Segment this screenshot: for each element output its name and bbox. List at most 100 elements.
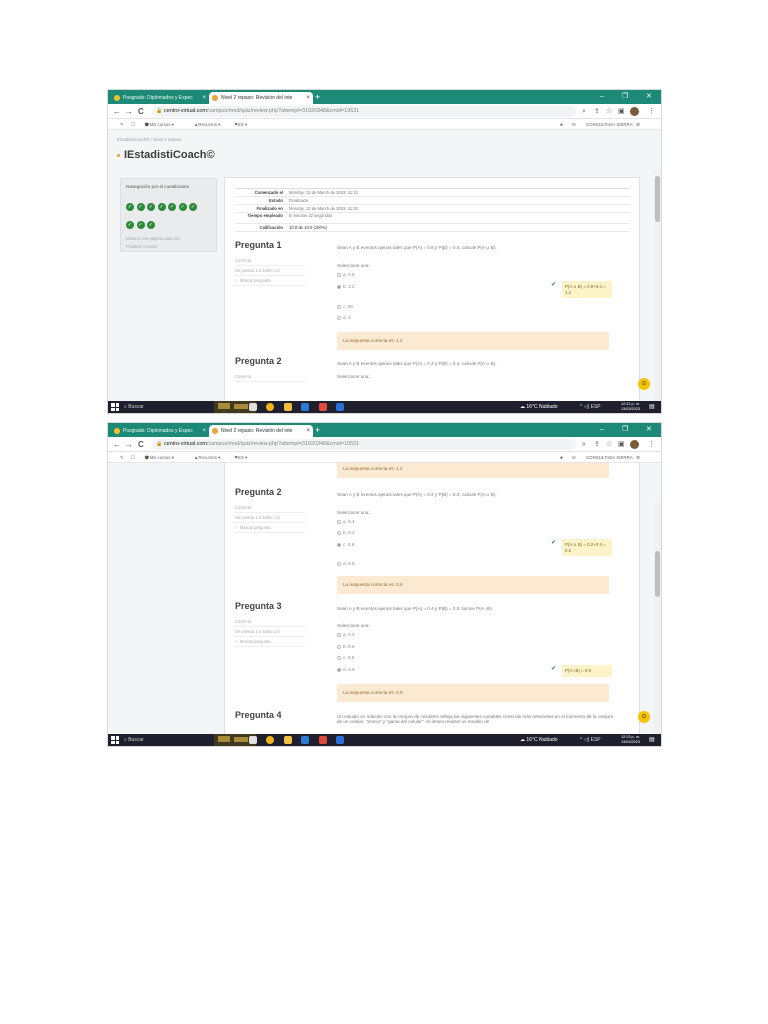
quiz-nav-question-3[interactable]: ✓ (147, 203, 155, 211)
maximize-button[interactable]: ❐ (622, 90, 628, 104)
page-scrollbar[interactable] (654, 503, 661, 734)
share-icon[interactable]: ⇪ (594, 439, 600, 450)
app-icon[interactable] (319, 736, 327, 744)
answer-option-c[interactable]: c. 0.6 (337, 542, 354, 547)
sidebar-icon[interactable]: ▣ (618, 106, 625, 117)
bell-icon[interactable]: ♣ (560, 119, 563, 130)
taskbar-clock[interactable]: 12:23 p. m. 13/03/2023 (621, 735, 640, 745)
finish-review-link[interactable]: Finalizar revisión (126, 244, 211, 249)
app-icon[interactable] (319, 403, 327, 411)
answer-option-c[interactable]: c. 0.5 (337, 655, 354, 660)
word-icon[interactable] (336, 403, 344, 411)
chrome-icon[interactable] (266, 736, 274, 744)
tab-posgrado[interactable]: Posgrado: Diplomados y Espec × (111, 92, 209, 104)
new-tab-button[interactable]: + (315, 91, 320, 103)
bell-icon[interactable]: ♣ (560, 452, 563, 463)
radio-button[interactable] (337, 519, 341, 524)
minimize-button[interactable]: – (600, 423, 604, 437)
scrollbar-thumb[interactable] (655, 176, 660, 222)
reload-button[interactable]: C (138, 438, 144, 451)
tab-posgrado[interactable]: Posgrado: Diplomados y Espec × (111, 425, 209, 437)
answer-option-d[interactable]: d. 0.5 (337, 561, 355, 566)
taskbar-clock[interactable]: 12:22 p. m. 13/03/2023 (621, 402, 640, 412)
star-icon[interactable]: ☆ (606, 439, 612, 450)
flag-question-link[interactable]: ⚐ Marcar pregunta (235, 276, 305, 286)
maximize-button[interactable]: ❐ (622, 423, 628, 437)
edit-icon[interactable]: ✎ (120, 119, 124, 130)
page-scrollbar[interactable] (654, 170, 661, 401)
profile-avatar[interactable] (630, 107, 639, 116)
share-icon[interactable]: ⇪ (594, 106, 600, 117)
answer-option-b[interactable]: b. 1.2 (337, 284, 355, 289)
quiz-nav-question-8[interactable]: ✓ (126, 221, 134, 229)
radio-button[interactable] (337, 315, 341, 320)
file-explorer-icon[interactable] (284, 403, 292, 411)
radio-button[interactable] (337, 284, 341, 289)
chat-icon[interactable]: ✉ (572, 119, 576, 130)
settings-icon[interactable]: ⚙ (636, 452, 640, 463)
scroll-top-button[interactable]: ⊙ (638, 711, 650, 723)
radio-button[interactable] (337, 304, 341, 309)
screen-icon[interactable]: ☐ (131, 119, 135, 130)
search-icon[interactable]: ⌕ (582, 439, 586, 450)
answer-option-d[interactable]: d. 0.9 (337, 667, 355, 672)
answer-option-d[interactable]: d. 4 (337, 315, 351, 320)
user-menu[interactable]: CONSULTADA SIERRA (586, 119, 633, 130)
close-window-button[interactable]: ✕ (646, 423, 652, 437)
recursos-menu[interactable]: ▲ Recursos ▾ (194, 452, 220, 463)
forward-button[interactable]: → (125, 105, 133, 118)
radio-button[interactable] (337, 272, 341, 277)
tab-nivel-2[interactable]: Nivel 2 repaso: Revisión del inte × (209, 92, 313, 104)
answer-option-c[interactable]: c. 00 (337, 304, 353, 309)
show-one-page-link[interactable]: Mostrar una página cada vez (126, 236, 211, 241)
taskbar-search[interactable]: ⌕ Buscar (124, 401, 214, 413)
windows-start-icon[interactable] (111, 403, 119, 411)
minimize-button[interactable]: – (600, 90, 604, 104)
search-icon[interactable]: ⌕ (582, 106, 586, 117)
url-field[interactable]: 🔒 centro-virtual.com/campus/mod/quiz/rev… (152, 106, 576, 117)
profile-avatar[interactable] (630, 440, 639, 449)
quiz-nav-question-7[interactable]: ✓ (189, 203, 197, 211)
quiz-nav-question-10[interactable]: ✓ (147, 221, 155, 229)
quiz-nav-question-4[interactable]: ✓ (157, 203, 166, 211)
quiz-nav-question-9[interactable]: ✓ (136, 221, 145, 229)
mail-icon[interactable] (301, 736, 309, 744)
flag-question-link[interactable]: ⚐ Marcar pregunta (235, 637, 305, 647)
mis-cursos-menu[interactable]: 🎓 Mis cursos ▾ (144, 119, 174, 130)
back-button[interactable]: ← (113, 438, 121, 451)
close-tab-icon[interactable]: × (306, 425, 310, 437)
notifications-icon[interactable]: ▤ (649, 734, 655, 746)
back-button[interactable]: ← (113, 105, 121, 118)
file-explorer-icon[interactable] (284, 736, 292, 744)
radio-button[interactable] (337, 542, 341, 547)
radio-button[interactable] (337, 667, 341, 672)
radio-button[interactable] (337, 644, 341, 649)
scroll-top-button[interactable]: ⊙ (638, 378, 650, 390)
quiz-nav-question-1[interactable]: ✓ (126, 203, 134, 211)
radio-button[interactable] (337, 561, 341, 566)
chrome-icon[interactable] (266, 403, 274, 411)
recursos-menu[interactable]: ▲ Recursos ▾ (194, 119, 220, 130)
answer-option-b[interactable]: b. 0.6 (337, 644, 355, 649)
user-menu[interactable]: CONSULTADA SIERRA (586, 452, 633, 463)
edit-icon[interactable]: ✎ (120, 452, 124, 463)
answer-option-b[interactable]: b. 0.2 (337, 530, 355, 535)
reload-button[interactable]: C (138, 105, 144, 118)
quiz-nav-question-2[interactable]: ✓ (136, 203, 145, 211)
word-icon[interactable] (336, 736, 344, 744)
weather-widget[interactable]: ☁ 16°C Nublado (520, 401, 558, 413)
radio-button[interactable] (337, 655, 341, 660)
sidebar-icon[interactable]: ▣ (618, 439, 625, 450)
radio-button[interactable] (337, 530, 341, 535)
chat-icon[interactable]: ✉ (572, 452, 576, 463)
scrollbar-thumb[interactable] (655, 551, 660, 597)
forward-button[interactable]: → (125, 438, 133, 451)
windows-start-icon[interactable] (111, 736, 119, 744)
answer-option-a[interactable]: a. 0.6 (337, 272, 355, 277)
menu-icon[interactable]: ⋮ (648, 106, 655, 117)
mail-icon[interactable] (301, 403, 309, 411)
system-tray[interactable]: ^ ◁) ESP (580, 401, 601, 413)
notifications-icon[interactable]: ▤ (649, 401, 655, 413)
system-tray[interactable]: ^ ◁) ESP (580, 734, 601, 746)
url-field[interactable]: 🔒 centro-virtual.com/campus/mod/quiz/rev… (152, 439, 576, 450)
